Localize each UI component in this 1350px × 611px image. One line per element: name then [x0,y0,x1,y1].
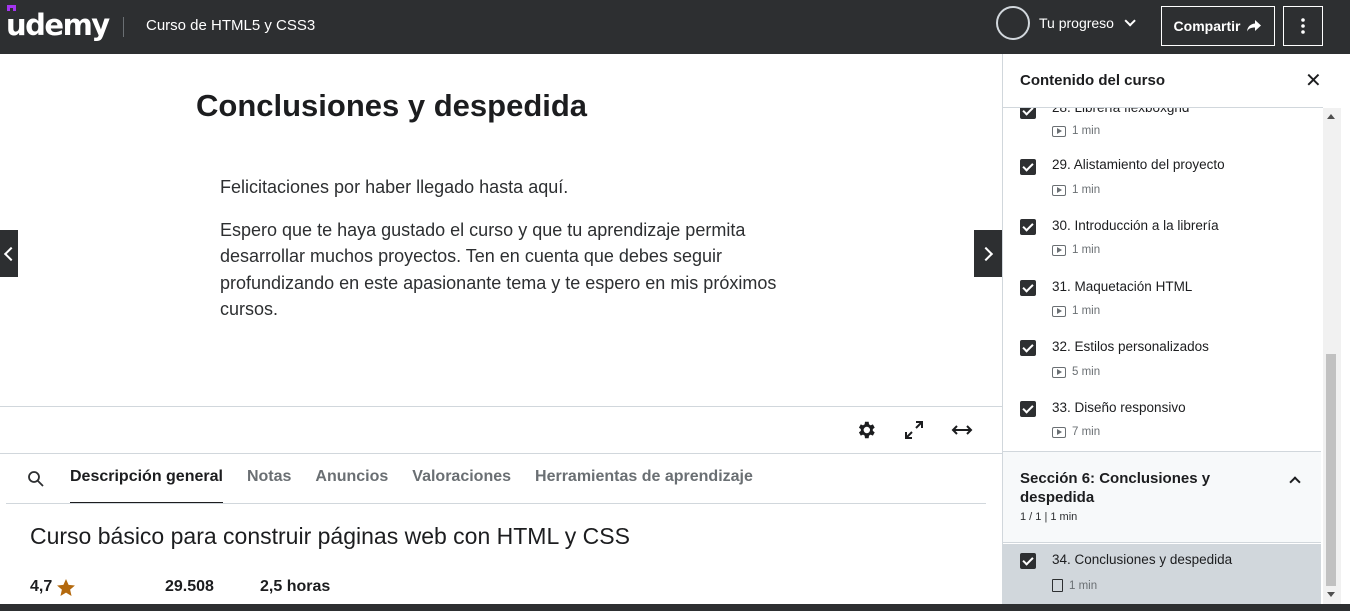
item-title: 33. Diseño responsivo [1052,400,1186,415]
search-icon[interactable] [27,470,45,488]
item-meta: 1 min [1052,579,1097,592]
item-title: 32. Estilos personalizados [1052,339,1209,354]
previous-lecture-button[interactable] [0,230,19,277]
expanded-view-button[interactable] [950,418,974,442]
item-meta: 5 min [1052,366,1100,378]
curriculum-item[interactable]: 30. Introducción a la librería 1 min [1003,212,1321,272]
play-icon [1052,366,1066,378]
chevron-up-icon [1289,476,1301,488]
lecture-paragraph: Felicitaciones por haber llegado hasta a… [220,177,569,197]
lecture-paragraph: Espero que te haya gustado el curso y qu… [220,219,777,320]
chevron-left-icon [3,246,19,261]
widen-icon [951,425,973,435]
item-duration: 5 min [1072,366,1101,378]
item-duration: 1 min [1072,184,1101,196]
gear-icon [858,421,875,439]
item-duration: 1 min [1072,244,1101,256]
bottom-strip [0,604,1350,611]
document-icon [1052,579,1063,592]
tab-learning-tools[interactable]: Herramientas de aprendizaje [535,468,753,504]
tab-notes[interactable]: Notas [247,468,291,504]
chevron-right-icon [978,246,994,261]
curriculum-item[interactable]: 29. Alistamiento del proyecto 1 min [1003,152,1321,212]
top-bar: udemy Curso de HTML5 y CSS3 Tu progreso … [0,0,1350,54]
students-value: 29.508 [165,578,214,595]
item-duration: 7 min [1072,426,1101,438]
checkbox-icon[interactable] [1020,553,1036,569]
section-meta: 1 / 1 | 1 min [1020,511,1078,523]
tabs-divider [6,503,986,504]
play-icon [1052,305,1066,317]
tab-overview[interactable]: Descripción general [70,468,223,504]
scroll-up-arrow[interactable] [1327,114,1335,119]
rating-stat: 4,7 [30,578,76,596]
checkbox-icon[interactable] [1020,159,1036,175]
close-icon[interactable]: ✕ [1305,71,1322,91]
curriculum-item[interactable]: 31. Maquetación HTML 1 min [1003,272,1321,332]
item-title: 34. Conclusiones y despedida [1052,552,1233,567]
item-meta: 1 min [1052,184,1100,196]
scroll-down-arrow[interactable] [1327,592,1335,597]
udemy-logo[interactable]: udemy [6,8,110,42]
item-meta: 1 min [1052,305,1100,317]
hours-value: 2,5 horas [260,578,331,595]
controls-divider [0,453,1002,454]
course-title-link[interactable]: Curso de HTML5 y CSS3 [146,17,315,34]
checkbox-icon[interactable] [1020,280,1036,296]
lecture-title: Conclusiones y despedida [196,88,588,123]
tab-reviews[interactable]: Valoraciones [412,468,511,504]
scroll-thumb[interactable] [1326,354,1336,586]
item-meta: 7 min [1052,426,1100,438]
expand-icon [905,421,923,439]
tab-announcements[interactable]: Anuncios [315,468,388,504]
player-divider [0,406,1002,407]
rating-value: 4,7 [30,578,53,595]
sidebar-header: Contenido del curso ✕ [1003,54,1323,108]
item-duration: 1 min [1069,579,1098,592]
students-stat: 29.508 [165,578,214,596]
item-title: 31. Maquetación HTML [1052,279,1193,294]
item-title: 30. Introducción a la librería [1052,218,1219,233]
more-options-button[interactable] [1283,6,1323,46]
progress-button[interactable]: Tu progreso [996,5,1136,41]
lecture-body: Felicitaciones por haber llegado hasta a… [220,174,790,339]
section-header[interactable]: Sección 6: Conclusiones y despedida 1 / … [1003,451,1321,543]
share-label: Compartir [1173,18,1241,34]
share-arrow-icon [1247,20,1262,32]
curriculum-list: 28. Librería flexboxgrid 1 min 29. Alist… [1003,54,1323,611]
curriculum-item[interactable]: 33. Diseño responsivo 7 min [1003,393,1321,453]
topbar-divider [123,17,124,37]
play-icon [1052,244,1066,256]
sidebar-scrollbar[interactable] [1323,108,1341,611]
play-icon [1052,184,1066,196]
curriculum-item[interactable]: 32. Estilos personalizados 5 min [1003,333,1321,393]
chevron-down-icon [1124,15,1136,27]
item-title: 29. Alistamiento del proyecto [1052,157,1225,172]
course-subtitle: Curso básico para construir páginas web … [30,523,630,549]
item-meta: 1 min [1052,244,1100,256]
item-duration: 1 min [1072,125,1101,137]
checkbox-icon[interactable] [1020,340,1036,356]
progress-label: Tu progreso [1039,15,1114,31]
settings-button[interactable] [854,418,878,442]
sidebar-title: Contenido del curso [1020,72,1166,89]
tab-bar: Descripción general Notas Anuncios Valor… [70,468,777,504]
hours-stat: 2,5 horas [260,578,330,596]
play-icon [1052,426,1066,438]
item-duration: 1 min [1072,305,1101,317]
curriculum-item-current[interactable]: 34. Conclusiones y despedida 1 min [1003,544,1321,604]
item-meta: 1 min [1052,125,1100,137]
more-vertical-icon [1301,18,1305,34]
play-icon [1052,125,1066,137]
fullscreen-button[interactable] [902,418,926,442]
share-button[interactable]: Compartir [1161,6,1275,46]
course-content-sidebar: 28. Librería flexboxgrid 1 min 29. Alist… [1002,54,1350,611]
section-title: Sección 6: Conclusiones y despedida [1020,470,1211,506]
checkbox-icon[interactable] [1020,401,1036,417]
star-icon [57,578,76,596]
next-lecture-button[interactable] [974,230,1002,277]
checkbox-icon[interactable] [1020,219,1036,235]
progress-ring-icon [996,6,1030,40]
